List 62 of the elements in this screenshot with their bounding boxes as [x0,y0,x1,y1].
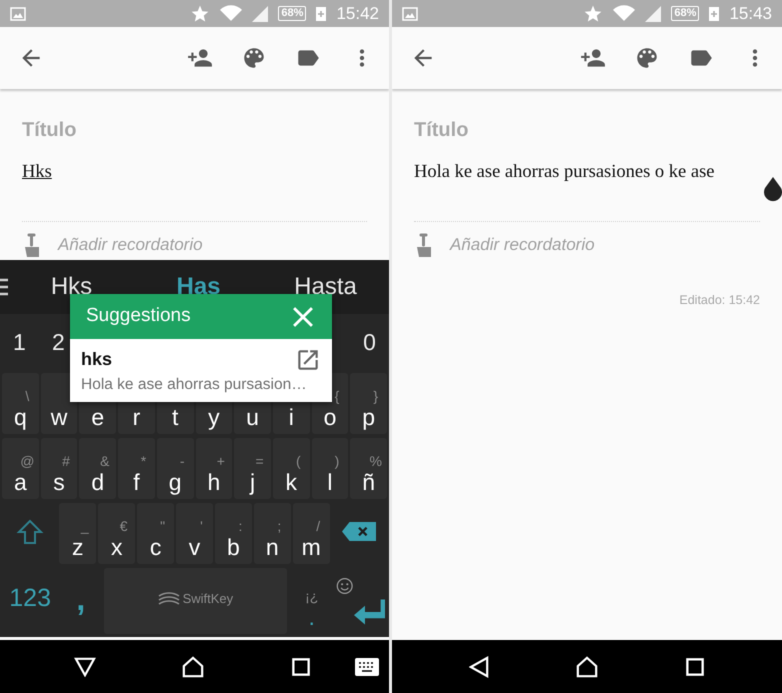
battery-level: 68% [278,6,306,21]
prediction-word[interactable]: Has [135,269,262,306]
numbers-key[interactable]: 123 [2,568,58,634]
letter-key[interactable]: \ q [2,373,39,434]
letter-key[interactable]: % ñ [350,438,388,500]
home-icon[interactable] [182,656,204,678]
image-notification-icon [10,6,26,20]
enter-arrow-icon [354,598,385,626]
number-key[interactable]: 0 [350,325,389,360]
backspace-icon [342,522,376,542]
edited-time: Editado: 15:42 [678,292,760,310]
keyboard-icon[interactable] [355,658,379,676]
battery-level: 68% [671,6,700,21]
star-icon [190,4,210,24]
star-icon [583,4,604,24]
menu-icon[interactable] [0,278,8,296]
letter-key[interactable]: ' v [176,503,213,564]
text-cursor-handle[interactable] [762,177,782,203]
shift-icon [16,518,44,546]
letter-key[interactable]: @ a [2,438,39,500]
letter-key[interactable]: = j [234,438,271,500]
letter-key[interactable]: / m [292,503,330,564]
letter-key[interactable]: + h [196,438,232,500]
home-icon[interactable] [576,656,598,678]
space-bar[interactable]: SwiftKey [104,568,288,634]
letter-key[interactable]: } p [350,373,388,434]
swiftkey-logo-icon [158,592,180,606]
letter-key[interactable]: & d [79,438,116,500]
letter-key[interactable]: w [40,373,78,434]
letter-key[interactable]: ( k [272,438,310,500]
recents-icon[interactable] [686,658,704,676]
letter-key[interactable]: * f [118,438,155,500]
prediction-word[interactable]: Hasta [262,269,389,306]
back-icon[interactable] [74,656,96,676]
period-key[interactable]: ¡¿ . [289,568,334,634]
letter-key[interactable]: " c [137,503,174,564]
letter-key[interactable]: : b [214,503,252,564]
letter-key[interactable]: ; n [254,503,291,564]
charging-icon [316,6,326,20]
emoji-icon [336,576,354,596]
number-key[interactable]: 1 [0,325,39,360]
signal-icon [252,6,268,22]
wifi-icon [220,5,242,22]
clock: 15:42 [336,2,379,25]
image-notification-icon [402,6,418,20]
recents-icon[interactable] [292,658,310,676]
clock: 15:43 [729,2,772,25]
note-text[interactable]: Hola ke ase ahorras pursasiones o ke ase [414,159,760,187]
wifi-icon [613,5,636,22]
signal-icon [645,6,662,22]
letter-key[interactable]: _ z [59,503,96,564]
letter-key[interactable]: - g [156,438,194,500]
back-icon[interactable] [469,656,489,678]
comma-key[interactable]: , [60,568,102,634]
prediction-word[interactable]: Hks [8,269,135,306]
charging-icon [709,6,720,20]
letter-key[interactable]: € x [98,503,136,564]
note-text[interactable]: Hks [22,159,367,187]
suggestion-title[interactable]: hks [81,346,112,374]
letter-key[interactable]: # s [40,438,78,500]
letter-key[interactable]: ) l [312,438,348,500]
popup-title: Suggestions [86,304,191,328]
